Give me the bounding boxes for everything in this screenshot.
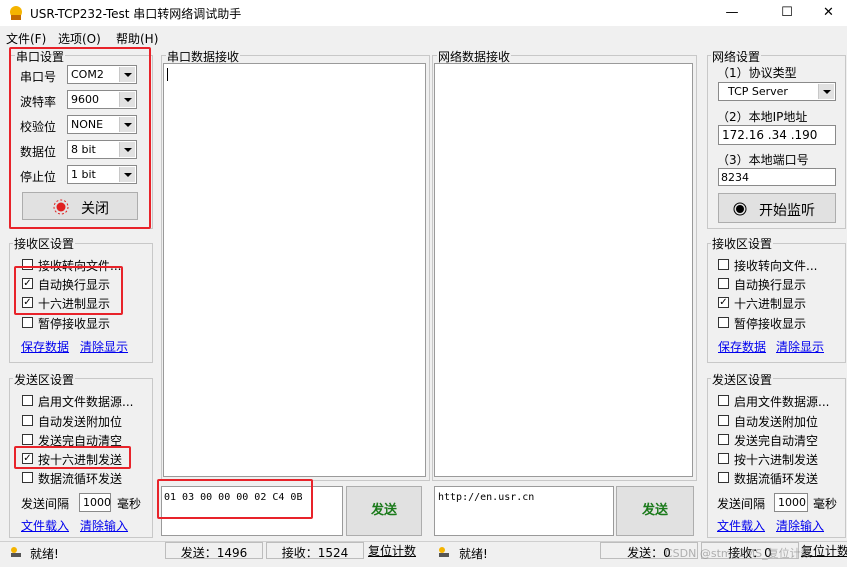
left-sent-count: 发送：1496 (165, 542, 263, 560)
right-save-data-link[interactable]: 保存数据 (718, 338, 766, 355)
checkbox[interactable] (718, 453, 729, 464)
option-label: 数据流循环发送 (734, 472, 819, 486)
menu-help[interactable]: 帮助(H) (116, 30, 158, 47)
left-send-settings-title: 发送区设置 (13, 371, 76, 388)
option-label: 自动发送附加位 (38, 415, 123, 429)
left-interval-input[interactable]: 1000 (79, 493, 111, 512)
checkbox[interactable] (718, 259, 729, 270)
menu-file[interactable]: 文件(F) (6, 30, 46, 47)
checkbox[interactable] (22, 415, 33, 426)
option-label: 自动换行显示 (734, 278, 807, 292)
left-reset-count-button[interactable]: 复位计数 (368, 542, 416, 559)
highlight-box (14, 266, 123, 315)
checkbox[interactable] (718, 395, 729, 406)
checkbox[interactable] (22, 317, 33, 328)
network-settings-title: 网络设置 (711, 48, 762, 65)
text-cursor (167, 68, 168, 81)
left-received-count: 接收：1524 (266, 542, 364, 560)
minimize-button[interactable]: — (709, 0, 755, 26)
listen-button-label: 开始监听 (759, 203, 815, 219)
checkbox[interactable] (718, 278, 729, 289)
right-interval-label: 发送间隔 (717, 497, 766, 511)
right-send-settings-title: 发送区设置 (711, 371, 774, 388)
checkbox[interactable] (22, 395, 33, 406)
checkbox[interactable] (718, 472, 729, 483)
option-label: 自动发送附加位 (734, 415, 819, 429)
checkbox[interactable] (718, 317, 729, 328)
left-status-ready: 就绪! (30, 547, 59, 561)
right-interval-input[interactable]: 1000 (774, 493, 808, 512)
network-send-button[interactable]: 发送 (616, 486, 694, 536)
local-port-input[interactable]: 8234 (718, 168, 836, 186)
ip-label: （2）本地IP地址 (717, 110, 808, 124)
checkbox[interactable] (718, 434, 729, 445)
status-icon (437, 546, 451, 558)
network-receive-area[interactable] (434, 63, 693, 477)
serial-receive-area[interactable] (163, 63, 426, 477)
record-icon (733, 202, 747, 216)
maximize-button[interactable]: ☐ (764, 0, 810, 26)
option-label: 暂停接收显示 (38, 317, 111, 331)
option-label: 启用文件数据源... (38, 395, 134, 409)
protocol-select[interactable]: TCP Server (718, 82, 836, 101)
left-clear-input-link[interactable]: 清除输入 (80, 517, 128, 534)
ip-input[interactable]: 172.16 .34 .190 (718, 125, 836, 145)
option-label: 暂停接收显示 (734, 317, 807, 331)
protocol-value: TCP Server (728, 85, 788, 98)
menu-options[interactable]: 选项(O) (58, 30, 101, 47)
close-window-button[interactable]: ✕ (810, 0, 847, 26)
window-title: USR-TCP232-Test 串口转网络调试助手 (30, 7, 242, 21)
serial-send-button[interactable]: 发送 (346, 486, 422, 536)
right-interval-unit: 毫秒 (813, 497, 838, 511)
left-interval-label: 发送间隔 (21, 497, 70, 511)
status-icon (9, 546, 23, 558)
option-label: 接收转向文件... (734, 259, 818, 273)
right-clear-display-link[interactable]: 清除显示 (776, 338, 824, 355)
right-receive-settings-title: 接收区设置 (711, 235, 774, 252)
checkbox[interactable] (718, 415, 729, 426)
left-save-data-link[interactable]: 保存数据 (21, 338, 69, 355)
highlight-box (14, 446, 131, 469)
chevron-down-icon (818, 84, 834, 99)
app-icon (8, 5, 24, 21)
watermark: CSDN @stm32MS_复位计数 (665, 547, 812, 560)
left-clear-display-link[interactable]: 清除显示 (80, 338, 128, 355)
checkbox[interactable] (22, 434, 33, 445)
right-load-file-link[interactable]: 文件载入 (717, 517, 765, 534)
option-label: 十六进制显示 (734, 297, 807, 311)
option-label: 数据流循环发送 (38, 472, 123, 486)
local-port-label: （3）本地端口号 (717, 153, 809, 167)
highlight-box (157, 479, 313, 519)
left-receive-settings-title: 接收区设置 (13, 235, 76, 252)
listen-button[interactable]: 开始监听 (718, 193, 836, 223)
highlight-box (9, 47, 151, 229)
option-label: 按十六进制发送 (734, 453, 819, 467)
protocol-label: （1）协议类型 (717, 66, 797, 80)
checkbox-checked[interactable]: ✓ (718, 297, 729, 308)
checkbox[interactable] (22, 472, 33, 483)
network-send-input[interactable]: http://en.usr.cn (434, 486, 614, 536)
option-label: 发送完自动清空 (734, 434, 819, 448)
left-load-file-link[interactable]: 文件载入 (21, 517, 69, 534)
right-status-ready: 就绪! (459, 547, 488, 561)
option-label: 启用文件数据源... (734, 395, 830, 409)
left-interval-unit: 毫秒 (117, 497, 142, 511)
right-clear-input-link[interactable]: 清除输入 (776, 517, 824, 534)
